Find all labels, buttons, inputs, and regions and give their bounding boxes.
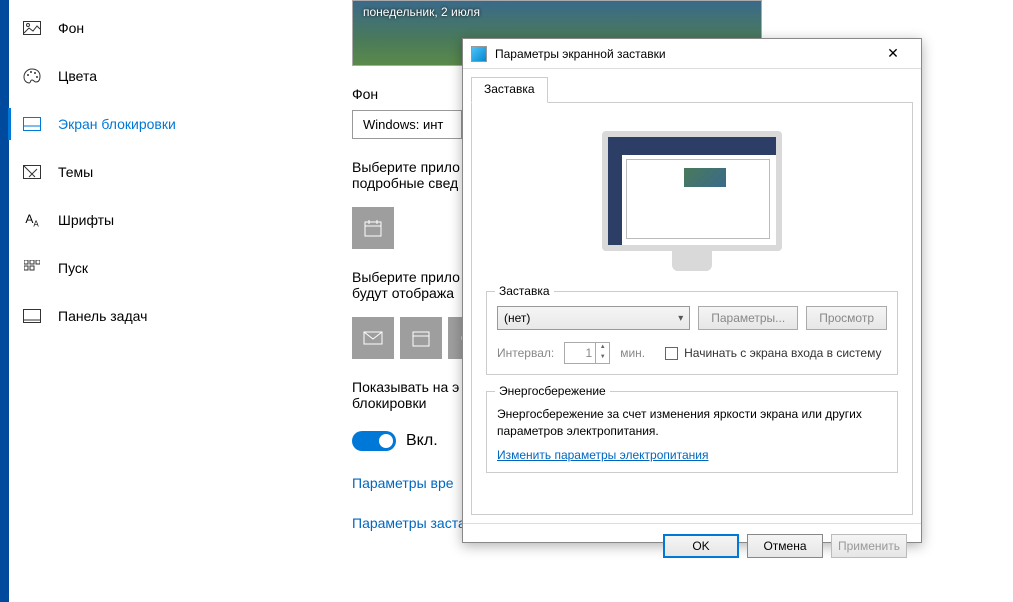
group-label: Энергосбережение <box>495 384 610 398</box>
themes-icon <box>22 162 42 182</box>
cancel-button[interactable]: Отмена <box>747 534 823 558</box>
sidebar-label: Темы <box>58 164 93 180</box>
app-tile-calendar[interactable] <box>352 207 394 249</box>
resume-checkbox[interactable]: Начинать с экрана входа в систему <box>665 346 881 360</box>
apply-button[interactable]: Применить <box>831 534 907 558</box>
picture-icon <box>22 18 42 38</box>
tab-screensaver[interactable]: Заставка <box>471 77 548 103</box>
monitor-preview <box>602 131 782 271</box>
interval-input[interactable] <box>565 343 595 363</box>
sidebar-item-background[interactable]: Фон <box>0 4 331 52</box>
interval-unit: мин. <box>620 346 645 360</box>
screensaver-select[interactable]: (нет) <box>497 306 690 330</box>
background-dropdown[interactable]: Windows: инт <box>352 110 462 139</box>
sidebar-item-start[interactable]: Пуск <box>0 244 331 292</box>
settings-sidebar: Фон Цвета Экран блокировки Темы AA Шрифт… <box>0 0 331 602</box>
preview-button[interactable]: Просмотр <box>806 306 887 330</box>
screensaver-group: Заставка (нет) Параметры... Просмотр Инт… <box>486 291 898 375</box>
ok-button[interactable]: OK <box>663 534 739 558</box>
start-icon <box>22 258 42 278</box>
sidebar-label: Пуск <box>58 260 88 276</box>
palette-icon <box>22 66 42 86</box>
toggle-state: Вкл. <box>406 432 438 450</box>
app-tile-calendar2[interactable] <box>400 317 442 359</box>
sidebar-item-lockscreen[interactable]: Экран блокировки <box>0 100 331 148</box>
app-tile-mail[interactable] <box>352 317 394 359</box>
taskbar-icon <box>22 306 42 326</box>
sidebar-item-colors[interactable]: Цвета <box>0 52 331 100</box>
screensaver-dialog: Параметры экранной заставки ✕ Заставка З… <box>462 38 922 543</box>
dialog-titlebar: Параметры экранной заставки ✕ <box>463 39 921 69</box>
spin-down[interactable]: ▼ <box>596 353 609 363</box>
interval-spinner[interactable]: ▲▼ <box>564 342 610 364</box>
sidebar-item-themes[interactable]: Темы <box>0 148 331 196</box>
fonts-icon: AA <box>22 210 42 230</box>
dialog-title-text: Параметры экранной заставки <box>495 47 666 61</box>
close-button[interactable]: ✕ <box>873 40 913 68</box>
sidebar-label: Цвета <box>58 68 97 84</box>
sidebar-item-taskbar[interactable]: Панель задач <box>0 292 331 340</box>
checkbox-label: Начинать с экрана входа в систему <box>684 346 881 360</box>
interval-label: Интервал: <box>497 346 554 360</box>
power-settings-link[interactable]: Изменить параметры электропитания <box>497 448 708 462</box>
checkbox-box <box>665 347 678 360</box>
power-group: Энергосбережение Энергосбережение за сче… <box>486 391 898 473</box>
sidebar-label: Экран блокировки <box>58 116 176 132</box>
sidebar-label: Панель задач <box>58 308 147 324</box>
spin-up[interactable]: ▲ <box>596 343 609 353</box>
lockscreen-icon <box>22 114 42 134</box>
sidebar-label: Шрифты <box>58 212 114 228</box>
sidebar-label: Фон <box>58 20 84 36</box>
power-description: Энергосбережение за счет изменения яркос… <box>497 406 887 440</box>
show-on-lock-toggle[interactable] <box>352 431 396 451</box>
preview-date: понедельник, 2 июля <box>363 5 480 19</box>
dialog-icon <box>471 46 487 62</box>
group-label: Заставка <box>495 284 554 298</box>
sidebar-item-fonts[interactable]: AA Шрифты <box>0 196 331 244</box>
params-button[interactable]: Параметры... <box>698 306 798 330</box>
